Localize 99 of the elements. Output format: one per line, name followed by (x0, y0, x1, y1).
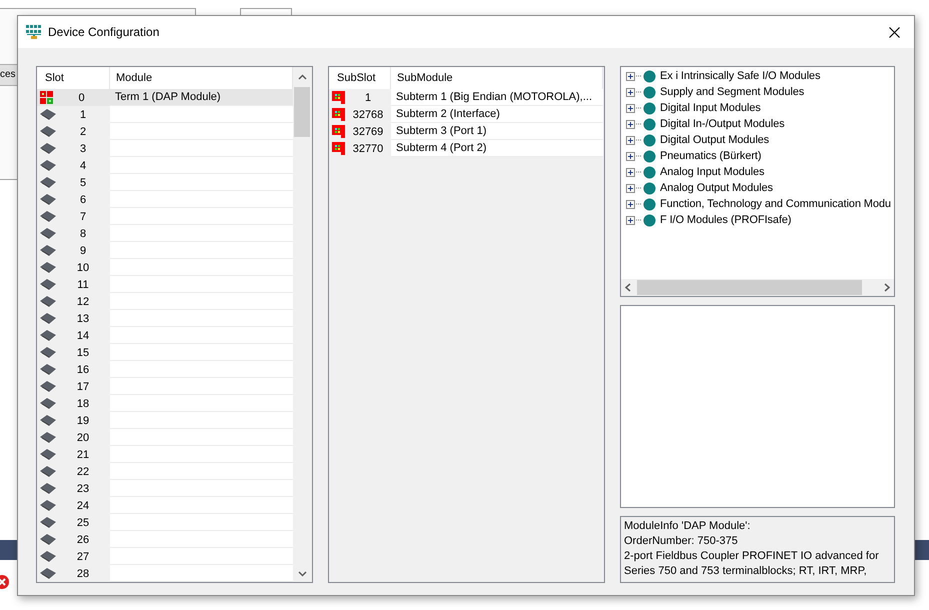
chip-icon (40, 160, 56, 172)
network-icon (26, 25, 42, 39)
tree-item[interactable]: Digital Output Modules (660, 134, 770, 146)
module-cell[interactable] (110, 106, 293, 123)
expand-icon[interactable] (626, 136, 635, 144)
chip-icon (40, 466, 56, 478)
tree-item[interactable]: Analog Input Modules (660, 166, 764, 178)
expand-icon[interactable] (626, 200, 635, 208)
close-icon (888, 26, 900, 38)
tree-connector (636, 139, 642, 141)
module-cell[interactable] (110, 565, 293, 582)
tree-item[interactable]: Ex i Intrinsically Safe I/O Modules (660, 70, 820, 82)
tree-item[interactable]: Digital Input Modules (660, 102, 761, 114)
chip-icon (40, 550, 56, 562)
horizontal-scrollbar[interactable] (621, 279, 894, 296)
tree-connector (636, 107, 642, 109)
submodule-cell[interactable]: Subterm 1 (Big Endian (MOTOROLA),... (391, 89, 603, 106)
module-icon (332, 142, 345, 155)
chip-icon (40, 330, 56, 342)
chip-icon (40, 482, 56, 494)
chip-icon (40, 194, 56, 206)
scroll-up-icon (298, 74, 306, 80)
slot-cell[interactable]: 0 (37, 89, 110, 106)
chip-icon (40, 346, 56, 358)
submodule-cell[interactable]: Subterm 2 (Interface) (391, 106, 603, 123)
scroll-thumb[interactable] (294, 87, 310, 137)
chip-icon (40, 262, 56, 274)
tree-connector (636, 123, 642, 125)
circle-icon (643, 166, 656, 178)
chip-icon (40, 398, 56, 410)
chip-icon (40, 176, 56, 188)
chip-icon (40, 414, 56, 426)
module-icon (332, 108, 345, 121)
circle-icon (643, 198, 656, 210)
chip-icon (40, 108, 56, 120)
circle-icon (643, 214, 656, 226)
chip-icon (40, 142, 56, 154)
background-tab[interactable]: ces (0, 64, 18, 86)
tree-connector (636, 75, 642, 77)
scroll-down-icon (298, 571, 306, 577)
module-cell[interactable] (110, 123, 293, 140)
column-header[interactable]: SubModule (391, 67, 603, 89)
chip-icon (40, 380, 56, 392)
expand-icon[interactable] (626, 216, 635, 224)
submodule-cell[interactable]: Subterm 3 (Port 1) (391, 123, 603, 140)
expand-icon[interactable] (626, 184, 635, 192)
circle-icon (643, 182, 656, 194)
circle-icon (643, 70, 656, 82)
chip-icon (40, 448, 56, 460)
circle-icon (643, 150, 656, 162)
chip-icon (40, 534, 56, 546)
chip-icon (40, 500, 56, 512)
expand-icon[interactable] (626, 120, 635, 128)
tree-item[interactable]: F I/O Modules (PROFIsafe) (660, 214, 792, 226)
tree-connector (636, 219, 642, 221)
expand-icon[interactable] (626, 72, 635, 80)
chip-icon (40, 312, 56, 324)
tree-item[interactable]: Analog Output Modules (660, 182, 773, 194)
tree-connector (636, 155, 642, 157)
circle-icon (643, 102, 656, 114)
column-header[interactable]: SubSlot (329, 67, 391, 89)
window-title: Device Configuration (48, 25, 160, 39)
tree-connector (636, 171, 642, 173)
chip-icon (40, 228, 56, 240)
tree-item[interactable]: Function, Technology and Communication Modu (660, 198, 891, 210)
chip-icon (40, 296, 56, 308)
module-icon (332, 91, 345, 104)
info-text: ModuleInfo 'DAP Module': (624, 519, 752, 534)
column-header[interactable]: Module (110, 67, 293, 89)
chip-icon (40, 364, 56, 376)
chip-icon (40, 432, 56, 444)
circle-icon (643, 134, 656, 146)
expand-icon[interactable] (626, 104, 635, 112)
scroll-thumb[interactable] (637, 280, 862, 295)
submodule-cell[interactable]: Subterm 4 (Port 2) (391, 140, 603, 157)
module-cell[interactable]: Term 1 (DAP Module) (110, 89, 293, 106)
module-icon (332, 125, 345, 138)
expand-icon[interactable] (626, 152, 635, 160)
chip-icon (40, 278, 56, 290)
chip-icon (40, 568, 56, 580)
info-text: 2-port Fieldbus Coupler PROFINET IO advanced for (624, 549, 880, 564)
circle-icon (643, 86, 656, 98)
info-text: Series 750 and 753 terminalblocks; RT, IRT, MRP, (624, 564, 868, 579)
column-header[interactable]: Slot (37, 67, 110, 89)
tree-connector (636, 187, 642, 189)
chip-icon (40, 244, 56, 256)
info-text: OrderNumber: 750-375 (624, 534, 739, 549)
chip-icon (40, 210, 56, 222)
tree-item[interactable]: Pneumatics (Bürkert) (660, 150, 762, 162)
chip-icon (40, 126, 56, 138)
circle-icon (643, 118, 656, 130)
expand-icon[interactable] (626, 88, 635, 96)
chip-icon (40, 516, 56, 528)
expand-icon[interactable] (626, 168, 635, 176)
tree-item[interactable]: Digital In-/Output Modules (660, 118, 785, 130)
tree-connector (636, 91, 642, 93)
module-grid-icon (40, 91, 53, 104)
tree-item[interactable]: Supply and Segment Modules (660, 86, 804, 98)
tree-connector (636, 203, 642, 205)
